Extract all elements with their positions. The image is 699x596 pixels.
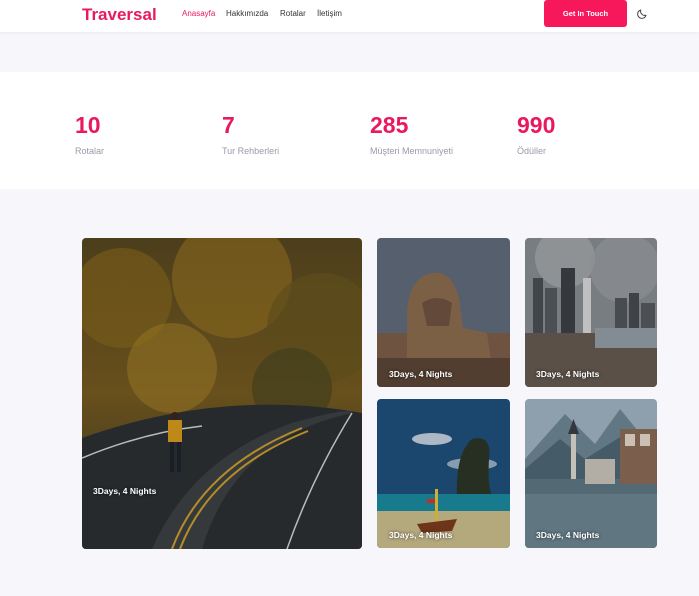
tour-card-beach[interactable]: 3Days, 4 Nights	[377, 399, 510, 548]
stat-value: 285	[370, 112, 409, 138]
stat-tur-rehberleri: 7 Tur Rehberleri	[222, 112, 280, 157]
stat-value: 7	[222, 112, 235, 138]
brand-logo[interactable]: Traversal	[82, 5, 157, 25]
tour-duration-label: 3Days, 4 Nights	[93, 486, 157, 496]
stat-musteri-memnuniyeti: 285 Müşteri Memnuniyeti	[370, 112, 454, 157]
forest-road-image	[82, 238, 362, 549]
tour-duration-label: 3Days, 4 Nights	[389, 530, 453, 540]
beach-image	[377, 399, 510, 548]
sphinx-image	[377, 238, 510, 387]
nav-link-iletisim[interactable]: İletişim	[317, 9, 342, 18]
stats-section: 10 Rotalar 7 Tur Rehberleri 285 Müşteri …	[0, 72, 699, 189]
stat-label: Tur Rehberleri	[222, 146, 280, 156]
stat-value: 990	[517, 112, 556, 138]
stat-value: 10	[75, 112, 101, 138]
tour-card-sphinx[interactable]: 3Days, 4 Nights	[377, 238, 510, 387]
stat-oduller: 990 Ödüller	[517, 112, 556, 157]
hallstatt-image	[525, 399, 657, 548]
tour-duration-label: 3Days, 4 Nights	[536, 530, 600, 540]
singapore-skyline-image	[525, 238, 657, 387]
navbar: Traversal Anasayfa Hakkımızda Rotalar İl…	[0, 0, 699, 32]
tour-card-forest-road[interactable]: 3Days, 4 Nights	[82, 238, 362, 549]
tour-duration-label: 3Days, 4 Nights	[389, 369, 453, 379]
nav-link-rotalar[interactable]: Rotalar	[280, 9, 306, 18]
nav-link-hakkimizda[interactable]: Hakkımızda	[226, 9, 268, 18]
stat-label: Ödüller	[517, 146, 547, 156]
moon-icon[interactable]	[635, 7, 649, 21]
get-in-touch-button[interactable]: Get In Touch	[544, 0, 627, 27]
stat-label: Rotalar	[75, 146, 105, 156]
nav-link-anasayfa[interactable]: Anasayfa	[182, 9, 215, 18]
tour-card-hallstatt[interactable]: 3Days, 4 Nights	[525, 399, 657, 548]
stat-label: Müşteri Memnuniyeti	[370, 146, 454, 156]
tour-duration-label: 3Days, 4 Nights	[536, 369, 600, 379]
tour-card-singapore[interactable]: 3Days, 4 Nights	[525, 238, 657, 387]
stat-rotalar: 10 Rotalar	[75, 112, 105, 157]
